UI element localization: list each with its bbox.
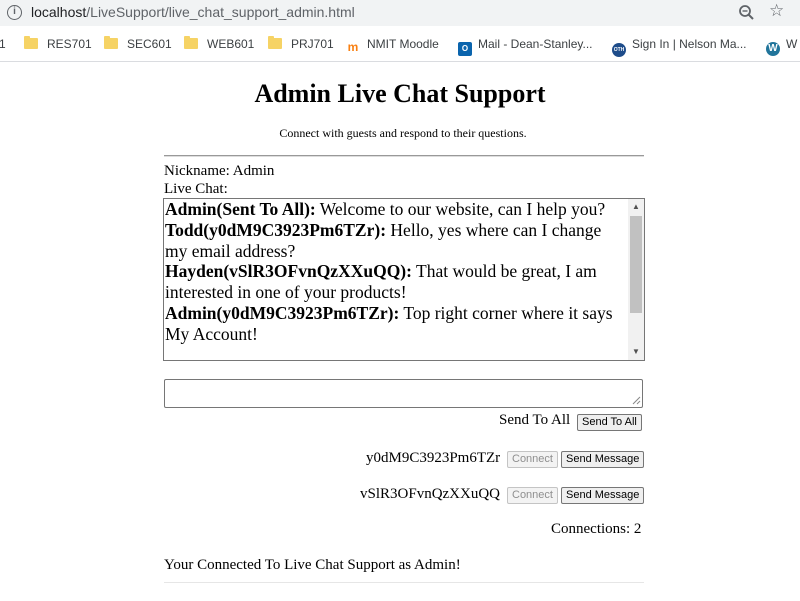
bookmark-label: NMIT Moodle <box>367 37 439 51</box>
bookmark-item[interactable]: WW <box>766 37 798 56</box>
page-title: Admin Live Chat Support <box>254 79 546 108</box>
chat-message: Hayden(vSlR3OFvnQzXXuQQ): That would be … <box>165 261 627 303</box>
message-sender: Todd(y0dM9C3923Pm6TZr): <box>165 219 387 240</box>
message-sender: Admin(y0dM9C3923Pm6TZr): <box>165 302 400 323</box>
nickname-label: Nickname: Admin <box>164 163 275 179</box>
url-path: /LiveSupport/live_chat_support_admin.htm… <box>86 4 355 20</box>
chat-messages: Admin(Sent To All): Welcome to our websi… <box>165 199 627 345</box>
message-input[interactable] <box>164 379 643 408</box>
outlook-icon: O <box>458 42 472 56</box>
moodle-icon: m <box>347 40 359 54</box>
chat-message: Admin(y0dM9C3923Pm6TZr): Top right corne… <box>165 303 627 345</box>
bookmarks-bar: 1 RES701 SEC601 WEB601 PRJ701 m NMIT Mood… <box>0 26 800 62</box>
folder-icon <box>24 36 38 49</box>
send-message-button[interactable]: Send Message <box>561 451 645 468</box>
bookmark-item[interactable]: PRJ701 <box>268 36 334 53</box>
scroll-up-arrow-icon[interactable]: ▲ <box>628 199 644 215</box>
oth-icon: OTH <box>612 43 626 57</box>
connect-button[interactable]: Connect <box>507 487 558 504</box>
bookmark-label: SEC601 <box>127 37 172 51</box>
bookmark-item[interactable]: RES701 <box>24 36 92 53</box>
divider <box>164 155 644 157</box>
url-host: localhost <box>31 4 87 20</box>
folder-icon <box>268 36 282 49</box>
send-message-button[interactable]: Send Message <box>561 487 645 504</box>
chat-scrollbar[interactable]: ▲ ▼ <box>628 199 644 360</box>
scrollbar-thumb[interactable] <box>630 216 642 313</box>
address-bar[interactable]: i localhost/LiveSupport/live_chat_suppor… <box>0 0 800 26</box>
bookmark-label: Sign In | Nelson Ma... <box>632 37 747 51</box>
send-to-all-button[interactable]: Send To All <box>577 414 642 431</box>
live-chat-label: Live Chat: <box>164 181 228 197</box>
send-to-all-label: Send To All <box>499 412 571 428</box>
bookmark-label: RES701 <box>47 37 92 51</box>
chat-message: Todd(y0dM9C3923Pm6TZr): Hello, yes where… <box>165 220 627 262</box>
scroll-down-arrow-icon[interactable]: ▼ <box>628 344 644 360</box>
chat-message: Admin(Sent To All): Welcome to our websi… <box>165 199 627 220</box>
folder-icon <box>184 36 198 49</box>
bookmark-label: PRJ701 <box>291 37 334 51</box>
wordpress-icon: W <box>766 42 780 56</box>
bookmark-item[interactable]: WEB601 <box>184 36 255 53</box>
message-sender: Hayden(vSlR3OFvnQzXXuQQ): <box>165 261 412 282</box>
bookmark-item[interactable]: 1 <box>0 37 6 53</box>
info-icon[interactable]: i <box>7 5 22 20</box>
bookmark-label: Mail - Dean-Stanley... <box>478 37 593 51</box>
connections-count: Connections: 2 <box>551 521 642 537</box>
client-id-label: y0dM9C3923Pm6TZr <box>366 450 501 466</box>
client-id-label: vSlR3OFvnQzXXuQQ <box>360 486 501 502</box>
bookmark-item[interactable]: O Mail - Dean-Stanley... <box>458 37 593 56</box>
message-text: Welcome to our website, can I help you? <box>315 199 606 219</box>
divider <box>164 582 644 583</box>
bookmark-item[interactable]: m NMIT Moodle <box>345 37 439 54</box>
connect-button[interactable]: Connect <box>507 451 558 468</box>
page-subtitle: Connect with guests and respond to their… <box>279 126 527 140</box>
bookmark-item[interactable]: SEC601 <box>104 36 172 53</box>
bookmark-label: 1 <box>0 37 6 51</box>
bookmark-label: WEB601 <box>207 37 255 51</box>
bookmark-item[interactable]: OTH Sign In | Nelson Ma... <box>612 37 747 57</box>
resize-grip-icon[interactable] <box>632 396 641 405</box>
zoom-icon[interactable] <box>737 3 757 23</box>
url-text[interactable]: localhost/LiveSupport/live_chat_support_… <box>31 4 355 20</box>
status-message: Your Connected To Live Chat Support as A… <box>164 557 461 573</box>
bookmark-star-icon[interactable]: ☆ <box>769 1 784 21</box>
folder-icon <box>104 36 118 49</box>
message-sender: Admin(Sent To All): <box>165 199 316 219</box>
bookmark-label: W <box>786 37 798 51</box>
chat-log[interactable]: Admin(Sent To All): Welcome to our websi… <box>163 198 645 361</box>
